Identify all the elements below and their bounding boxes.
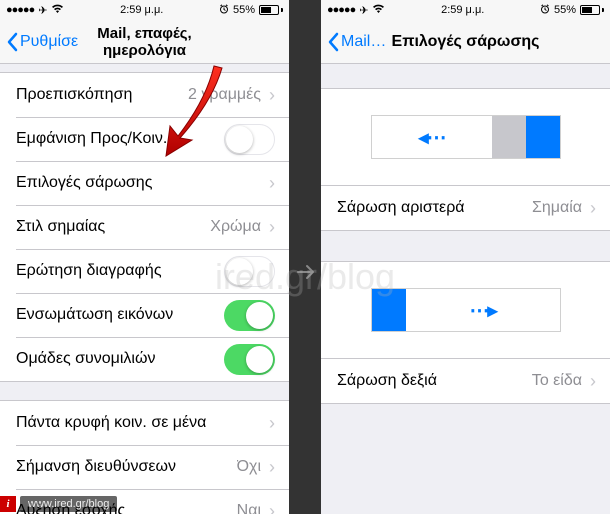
toggle-switch[interactable]: [224, 124, 275, 155]
cell-preview[interactable]: Προεπισκόπηση 2 γραμμές ›: [0, 73, 289, 117]
wifi-icon: [372, 4, 385, 17]
chevron-left-icon: [6, 32, 18, 52]
alarm-icon: [540, 4, 550, 17]
source-url-text: www.ired.gr/blog: [20, 496, 117, 512]
battery-percent: 55%: [554, 4, 576, 16]
battery-icon: [259, 5, 283, 15]
back-button[interactable]: Ρυθμίσεις: [6, 32, 78, 52]
swipe-left-arrow-icon: ◂⋯: [418, 125, 444, 150]
status-time: 2:59 μ.μ.: [441, 4, 484, 16]
signal-dots-icon: ●●●●●: [327, 4, 355, 16]
cell-label: Ερώτηση διαγραφής: [16, 262, 224, 280]
chevron-right-icon: ›: [269, 413, 275, 434]
status-bar: ●●●●● ✈ 2:59 μ.μ. 55%: [0, 0, 289, 20]
right-phone-screen: ●●●●● ✈ 2:59 μ.μ. 55% Mail…: [321, 0, 610, 514]
swipe-options-list: ◂⋯ Σάρωση αριστερά Σημαία › ⋯▸: [321, 64, 610, 514]
signal-dots-icon: ●●●●●: [6, 4, 34, 16]
cell-value: Όχι: [237, 458, 261, 476]
divider-arrow-icon: [294, 260, 318, 291]
source-badge-icon: i: [0, 496, 16, 512]
swipe-right-arrow-icon: ⋯▸: [469, 298, 495, 323]
chevron-left-icon: [327, 32, 339, 52]
cell-label: Ενσωμάτωση εικόνων: [16, 306, 224, 324]
battery-percent: 55%: [233, 4, 255, 16]
status-time: 2:59 μ.μ.: [120, 4, 163, 16]
airplane-icon: ✈: [359, 4, 368, 17]
swipe-left-illustration: ◂⋯: [321, 88, 610, 186]
alarm-icon: [219, 4, 229, 17]
cell-swipe-options[interactable]: Επιλογές σάρωσης ›: [0, 161, 289, 205]
cell-value: Σημαία: [532, 199, 582, 217]
cell-always-bcc[interactable]: Πάντα κρυφή κοιν. σε μένα ›: [0, 401, 289, 445]
cell-load-images[interactable]: Ενσωμάτωση εικόνων: [0, 293, 289, 337]
chevron-right-icon: ›: [269, 173, 275, 194]
cell-label: Σάρωση δεξιά: [337, 372, 532, 390]
chevron-right-icon: ›: [269, 501, 275, 514]
swipe-right-group: Σάρωση δεξιά Το είδα ›: [321, 359, 610, 404]
cell-value: Χρώμα: [210, 218, 261, 236]
toggle-switch[interactable]: [224, 344, 275, 375]
back-label: Ρυθμίσεις: [20, 33, 78, 51]
cell-threads[interactable]: Ομάδες συνομιλιών: [0, 337, 289, 381]
source-url-bar: i www.ired.gr/blog: [0, 494, 117, 514]
toggle-switch[interactable]: [224, 256, 275, 287]
battery-icon: [580, 5, 604, 15]
settings-group-1: Προεπισκόπηση 2 γραμμές › Εμφάνιση Προς/…: [0, 72, 289, 382]
nav-bar: Mail… Επιλογές σάρωσης: [321, 20, 610, 64]
cell-swipe-left[interactable]: Σάρωση αριστερά Σημαία ›: [321, 186, 610, 230]
back-button[interactable]: Mail…: [327, 32, 386, 52]
status-bar: ●●●●● ✈ 2:59 μ.μ. 55%: [321, 0, 610, 20]
wifi-icon: [51, 4, 64, 17]
cell-label: Σήμανση διευθύνσεων: [16, 458, 237, 476]
cell-label: Στιλ σημαίας: [16, 218, 210, 236]
cell-show-to-cc[interactable]: Εμφάνιση Προς/Κοιν.: [0, 117, 289, 161]
nav-bar: Ρυθμίσεις Mail, επαφές, ημερολόγια: [0, 20, 289, 64]
cell-value: 2 γραμμές: [188, 86, 261, 104]
chevron-right-icon: ›: [269, 85, 275, 106]
cell-label: Ομάδες συνομιλιών: [16, 350, 224, 368]
cell-label: Πάντα κρυφή κοιν. σε μένα: [16, 414, 269, 432]
settings-list: Προεπισκόπηση 2 γραμμές › Εμφάνιση Προς/…: [0, 64, 289, 514]
cell-label: Επιλογές σάρωσης: [16, 174, 269, 192]
airplane-icon: ✈: [38, 4, 47, 17]
cell-mark-addresses[interactable]: Σήμανση διευθύνσεων Όχι ›: [0, 445, 289, 489]
chevron-right-icon: ›: [590, 198, 596, 219]
cell-value: Ναι: [237, 502, 261, 514]
cell-label: Προεπισκόπηση: [16, 86, 188, 104]
cell-value: Το είδα: [532, 372, 582, 390]
back-label: Mail…: [341, 33, 386, 51]
cell-ask-delete[interactable]: Ερώτηση διαγραφής: [0, 249, 289, 293]
toggle-switch[interactable]: [224, 300, 275, 331]
chevron-right-icon: ›: [269, 457, 275, 478]
left-phone-screen: ●●●●● ✈ 2:59 μ.μ. 55% Ρυθμίσεις: [0, 0, 289, 514]
swipe-right-illustration: ⋯▸: [321, 261, 610, 359]
cell-swipe-right[interactable]: Σάρωση δεξιά Το είδα ›: [321, 359, 610, 403]
cell-flag-style[interactable]: Στιλ σημαίας Χρώμα ›: [0, 205, 289, 249]
swipe-left-group: Σάρωση αριστερά Σημαία ›: [321, 186, 610, 231]
chevron-right-icon: ›: [590, 371, 596, 392]
cell-label: Σάρωση αριστερά: [337, 199, 532, 217]
cell-label: Εμφάνιση Προς/Κοιν.: [16, 130, 224, 148]
chevron-right-icon: ›: [269, 217, 275, 238]
